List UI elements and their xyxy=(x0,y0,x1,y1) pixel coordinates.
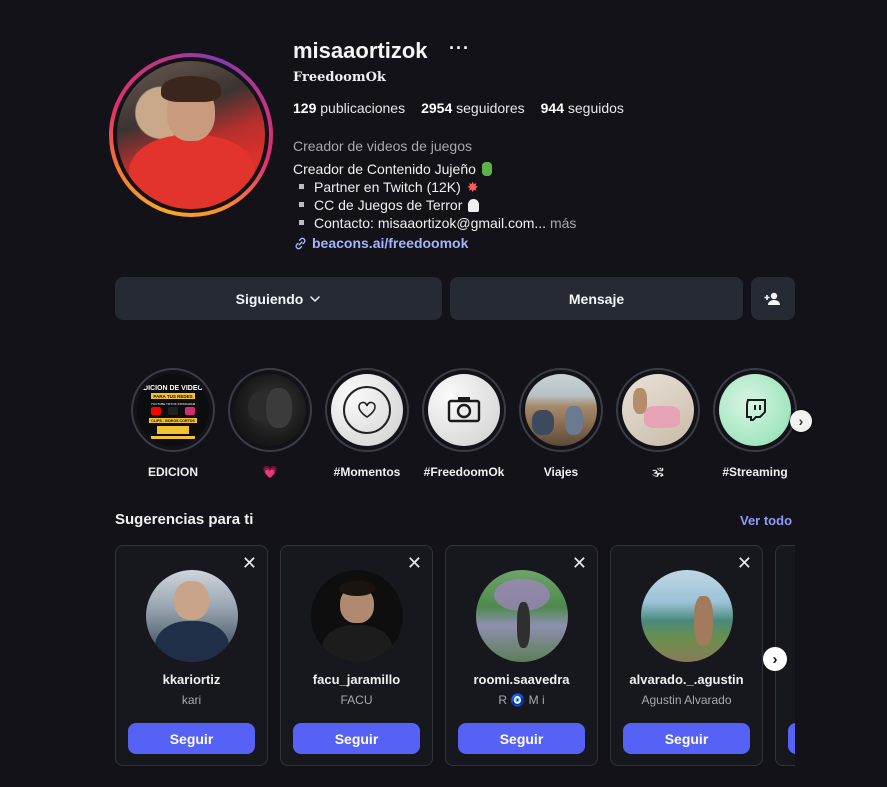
suggestion-username[interactable]: roomi.saavedra xyxy=(446,672,597,687)
suggestion-subtitle: Agustin Alvarado xyxy=(641,693,732,707)
heart-icon xyxy=(358,401,376,418)
following-stat[interactable]: 944 seguidos xyxy=(541,100,624,116)
highlight-viajes[interactable]: Viajes xyxy=(519,368,603,479)
svg-text:EDICION DE VIDEOS: EDICION DE VIDEOS xyxy=(138,385,208,392)
highlight-heart[interactable]: 💗 xyxy=(228,368,312,479)
suggestion-avatar[interactable] xyxy=(476,570,568,662)
follow-button[interactable]: Seguir xyxy=(128,723,255,754)
highlight-label: 💗 xyxy=(262,465,278,479)
highlight-label: 🕉 xyxy=(652,465,664,479)
profile-username: misaaortizok xyxy=(293,38,428,63)
suggestion-avatar[interactable] xyxy=(311,570,403,662)
follow-button[interactable]: Seguir xyxy=(458,723,585,754)
highlight-cover xyxy=(719,374,791,446)
suggestion-username[interactable]: alvarado._.agustin xyxy=(611,672,762,687)
suggestion-subtitle: FACU xyxy=(340,693,373,707)
message-button[interactable]: Mensaje xyxy=(450,277,743,320)
highlight-momentos[interactable]: #Momentos xyxy=(325,368,409,479)
highlight-label: EDICION xyxy=(147,465,198,479)
camera-icon xyxy=(447,397,481,423)
highlight-streaming[interactable]: #Streaming xyxy=(713,368,797,479)
ghost-icon xyxy=(468,199,480,212)
highlight-label: #Streaming xyxy=(722,465,788,479)
followers-stat[interactable]: 2954 seguidores xyxy=(421,100,525,116)
svg-text:PARA TUS REDES: PARA TUS REDES xyxy=(153,394,192,399)
add-user-button[interactable] xyxy=(751,277,795,320)
highlight-label: #Momentos xyxy=(333,465,401,479)
suggestion-card: ✕ roomi.saavedra R 🧿 M i Seguir xyxy=(445,545,598,766)
highlight-freedoomok[interactable]: #FreedoomOk xyxy=(422,368,506,479)
twitch-icon xyxy=(746,399,766,421)
highlight-cover xyxy=(622,374,694,446)
svg-text:YOUTUBE TIKTOK INSTAGRAM: YOUTUBE TIKTOK INSTAGRAM xyxy=(151,402,196,406)
suggestion-subtitle: R 🧿 M i xyxy=(498,693,545,707)
follow-button[interactable]: Seguir xyxy=(623,723,750,754)
bio-more-link[interactable]: más xyxy=(550,215,576,231)
bullet-icon xyxy=(299,202,304,207)
profile-bio: Creador de Contenido Jujeño Partner en T… xyxy=(293,161,577,231)
suggestions-title: Sugerencias para ti xyxy=(115,511,254,528)
suggestion-subtitle: kari xyxy=(181,693,202,707)
highlight-label: Viajes xyxy=(543,465,579,479)
close-icon[interactable]: ✕ xyxy=(572,554,587,572)
svg-text:CLIPS - VIDEOS CORTOS: CLIPS - VIDEOS CORTOS xyxy=(151,419,195,423)
bullet-icon xyxy=(299,184,304,189)
close-icon[interactable]: ✕ xyxy=(242,554,257,572)
sparkle-icon: ✸ xyxy=(466,179,479,195)
close-icon[interactable]: ✕ xyxy=(737,554,752,572)
highlight-edicion[interactable]: EDICION DE VIDEOS PARA TUS REDES YOUTUBE… xyxy=(131,368,215,479)
avatar-photo xyxy=(117,61,265,209)
profile-page: misaaortizok ··· FreedoomOk 129 publicac… xyxy=(0,0,887,787)
more-options-icon[interactable]: ··· xyxy=(449,38,470,59)
highlight-cover xyxy=(331,374,403,446)
suggestion-avatar[interactable] xyxy=(146,570,238,662)
highlight-cover xyxy=(234,374,306,446)
see-all-link[interactable]: Ver todo xyxy=(740,513,792,528)
suggestions-next-button[interactable]: › xyxy=(763,647,787,671)
suggestion-username[interactable]: kkariortiz xyxy=(116,672,267,687)
suggestion-card: ✕ facu_jaramillo FACU Seguir xyxy=(280,545,433,766)
bullet-icon xyxy=(299,220,304,225)
following-button[interactable]: Siguiendo xyxy=(115,277,442,320)
highlight-cover xyxy=(525,374,597,446)
cactus-icon xyxy=(481,162,492,176)
chevron-right-icon: › xyxy=(772,650,778,668)
profile-full-name: FreedoomOk xyxy=(293,70,386,85)
add-user-icon xyxy=(764,292,780,305)
highlight-om[interactable]: 🕉 xyxy=(616,368,700,480)
link-icon xyxy=(295,237,306,249)
highlight-label: #FreedoomOk xyxy=(423,465,505,479)
highlights-next-button[interactable]: › xyxy=(790,410,812,432)
profile-category: Creador de videos de juegos xyxy=(293,138,473,154)
posts-stat: 129 publicaciones xyxy=(293,100,406,116)
suggestion-card: ✕ kkariortiz kari Seguir xyxy=(115,545,268,766)
highlight-cover: EDICION DE VIDEOS PARA TUS REDES YOUTUBE… xyxy=(137,374,209,446)
suggestion-username[interactable]: facu_jaramillo xyxy=(281,672,432,687)
chevron-down-icon xyxy=(310,295,321,302)
profile-stats: 129 publicaciones 2954 seguidores 944 se… xyxy=(293,100,624,116)
profile-link[interactable]: beacons.ai/freedoomok xyxy=(293,235,468,251)
suggestion-card: ✕ alvarado._.agustin Agustin Alvarado Se… xyxy=(610,545,763,766)
follow-button[interactable]: Seguir xyxy=(293,723,420,754)
close-icon[interactable]: ✕ xyxy=(407,554,422,572)
suggestion-avatar[interactable] xyxy=(641,570,733,662)
highlight-cover xyxy=(428,374,500,446)
chevron-right-icon: › xyxy=(798,413,804,429)
profile-avatar[interactable] xyxy=(109,53,273,217)
